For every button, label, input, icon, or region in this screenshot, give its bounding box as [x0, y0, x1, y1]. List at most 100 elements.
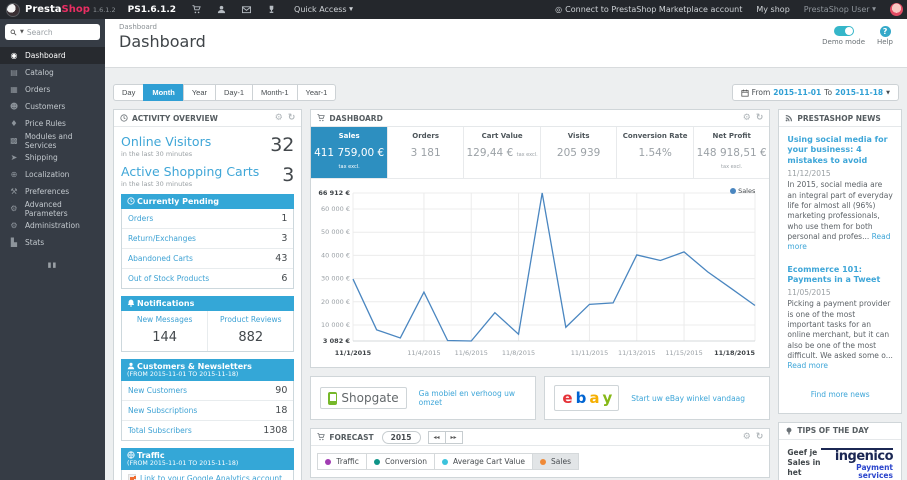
online-visitors-link[interactable]: Online Visitors: [121, 134, 211, 149]
sidebar-collapse-button[interactable]: ▮▮: [0, 261, 105, 269]
new-subscriptions-link[interactable]: New Subscriptions: [128, 406, 197, 415]
article-title-link[interactable]: Using social media for your business: 4 …: [787, 135, 893, 166]
shopgate-ad-card[interactable]: Shopgate Ga mobiel en verhoog uw omzet: [310, 376, 537, 420]
panel-title: DASHBOARD: [329, 113, 383, 123]
pending-abandoned-carts-link[interactable]: Abandoned Carts: [128, 254, 193, 263]
panel-settings-icon[interactable]: ⚙: [743, 113, 751, 123]
pending-orders-link[interactable]: Orders: [128, 214, 153, 223]
find-more-news-link[interactable]: Find more news: [787, 384, 893, 409]
sidebar-item-stats[interactable]: ▙ Stats: [0, 234, 105, 251]
person-icon: [127, 362, 135, 370]
demo-mode-toggle[interactable]: [833, 26, 854, 36]
date-range-picker[interactable]: From 2015-11-01 To 2015-11-18 ▼: [731, 84, 899, 101]
pending-returns-link[interactable]: Return/Exchanges: [128, 234, 196, 243]
gauge-icon: ◉: [10, 51, 18, 60]
forecast-year-pill[interactable]: 2015: [381, 430, 421, 444]
wrench-icon: ⚒: [10, 187, 18, 196]
marketplace-link[interactable]: ◎ Connect to PrestaShop Marketplace accou…: [555, 5, 742, 14]
phone-icon: [328, 391, 338, 405]
pending-out-of-stock-link[interactable]: Out of Stock Products: [128, 274, 209, 283]
breadcrumb[interactable]: Dashboard: [119, 23, 893, 31]
book-icon: ▤: [10, 68, 18, 77]
forecast-conversion-toggle[interactable]: Conversion: [365, 453, 435, 470]
forecast-sales-toggle[interactable]: Sales: [532, 453, 579, 470]
google-analytics-link[interactable]: Link to your Google Analytics account: [128, 474, 282, 480]
range-day-button[interactable]: Day: [113, 84, 145, 101]
active-carts-value: 3: [282, 164, 295, 186]
modules-icon: ▩: [10, 136, 18, 145]
bar-chart-icon: ▙: [10, 238, 18, 247]
cart-icon[interactable]: [192, 5, 201, 14]
sidebar-item-localization[interactable]: ⊕ Localization: [0, 166, 105, 183]
user-avatar[interactable]: [890, 3, 903, 16]
person-icon[interactable]: [217, 5, 226, 14]
sidebar-item-price-rules[interactable]: ♦ Price Rules: [0, 115, 105, 132]
tile-sales[interactable]: Sales 411 759,00 € tax excl.: [311, 127, 388, 178]
product-reviews-cell[interactable]: Product Reviews 882: [207, 311, 293, 351]
range-year-1-button[interactable]: Year-1: [296, 84, 337, 101]
tile-orders[interactable]: Orders 3 181: [388, 127, 465, 178]
traffic-row: Link to your Google Analytics account: [122, 470, 293, 480]
sidebar-item-administration[interactable]: ⚙ Administration: [0, 217, 105, 234]
sidebar-item-orders[interactable]: ▦ Orders: [0, 81, 105, 98]
user-menu[interactable]: PrestaShop User ▼: [804, 5, 876, 14]
tile-cart-value[interactable]: Cart Value 129,44 € tax excl.: [464, 127, 541, 178]
range-day-1-button[interactable]: Day-1: [215, 84, 254, 101]
shopgate-link[interactable]: Ga mobiel en verhoog uw omzet: [419, 389, 527, 407]
forecast-traffic-toggle[interactable]: Traffic: [317, 453, 367, 470]
sidebar-item-advanced-parameters[interactable]: ⚙ Advanced Parameters: [0, 200, 105, 218]
help-icon[interactable]: ?: [879, 26, 891, 37]
forecast-avg-cart-toggle[interactable]: Average Cart Value: [434, 453, 534, 470]
shop-version: PS1.6.1.2: [127, 4, 177, 15]
total-subscribers-link[interactable]: Total Subscribers: [128, 426, 192, 435]
envelope-icon[interactable]: [242, 5, 252, 14]
ebay-link[interactable]: Start uw eBay winkel vandaag: [631, 394, 745, 403]
read-more-link[interactable]: Read more: [787, 361, 828, 370]
tile-visits[interactable]: Visits 205 939: [541, 127, 618, 178]
ebay-ad-card[interactable]: ebay Start uw eBay winkel vandaag: [544, 376, 771, 420]
panel-refresh-icon[interactable]: ↻: [756, 113, 764, 123]
pending-row: Return/Exchanges 3: [122, 229, 294, 249]
sidebar-item-catalog[interactable]: ▤ Catalog: [0, 64, 105, 81]
legend-dot-icon: [730, 188, 737, 194]
sidebar-item-dashboard[interactable]: ◉ Dashboard: [0, 47, 105, 64]
new-messages-cell[interactable]: New Messages 144: [122, 311, 207, 351]
tag-icon: ♦: [10, 119, 18, 128]
previous-year-button[interactable]: ◂◂: [427, 430, 446, 444]
sidebar-item-preferences[interactable]: ⚒ Preferences: [0, 183, 105, 200]
search-scope-caret-icon[interactable]: ▼: [20, 29, 24, 35]
demo-mode-control: Demo mode: [822, 26, 865, 46]
tile-conversion-rate[interactable]: Conversion Rate 1.54%: [617, 127, 694, 178]
search-input[interactable]: [26, 27, 85, 37]
sidebar-item-shipping[interactable]: ➤ Shipping: [0, 149, 105, 166]
range-year-button[interactable]: Year: [182, 84, 216, 101]
my-shop-link[interactable]: My shop: [756, 5, 789, 14]
customers-row: Total Subscribers 1308: [128, 425, 288, 436]
range-month-1-button[interactable]: Month-1: [252, 84, 298, 101]
panel-title: TIPS OF THE DAY: [797, 426, 869, 436]
dashboard-panel: DASHBOARD ⚙ ↻ Sales 411 759,00 € tax excl.…: [310, 109, 771, 368]
calendar-icon: [741, 89, 749, 97]
quick-access-menu[interactable]: Quick Access ▼: [294, 5, 353, 14]
sidebar-item-customers[interactable]: ☻ Customers: [0, 98, 105, 115]
sidebar-search[interactable]: ▼: [5, 24, 100, 40]
prestashop-logo-icon[interactable]: [6, 2, 20, 17]
tile-net-profit[interactable]: Net Profit 148 918,51 € tax excl.: [694, 127, 770, 178]
chart-legend[interactable]: Sales: [730, 187, 755, 195]
range-month-button[interactable]: Month: [143, 84, 184, 101]
article-title-link[interactable]: Ecommerce 101: Payments in a Tweet: [787, 265, 893, 286]
panel-refresh-icon[interactable]: ↻: [756, 432, 764, 442]
active-carts-link[interactable]: Active Shopping Carts: [121, 164, 259, 179]
tips-of-the-day-panel: TIPS OF THE DAY ingenico Payment service…: [778, 421, 902, 480]
trophy-icon[interactable]: [267, 5, 276, 14]
pending-row: Out of Stock Products 6: [128, 273, 288, 284]
new-customers-link[interactable]: New Customers: [128, 386, 187, 395]
page-header: Dashboard Dashboard Demo mode ? Help: [105, 19, 907, 68]
panel-refresh-icon[interactable]: ↻: [288, 113, 296, 123]
next-year-button[interactable]: ▸▸: [444, 430, 463, 444]
panel-settings-icon[interactable]: ⚙: [275, 113, 283, 123]
sidebar-item-modules[interactable]: ▩ Modules and Services: [0, 132, 105, 150]
panel-settings-icon[interactable]: ⚙: [743, 432, 751, 442]
sales-chart: 11/1/2015 11/4/2015 11/6/2015 11/8/2015 11/1…: [311, 179, 769, 367]
panel-title: FORECAST: [329, 432, 374, 442]
